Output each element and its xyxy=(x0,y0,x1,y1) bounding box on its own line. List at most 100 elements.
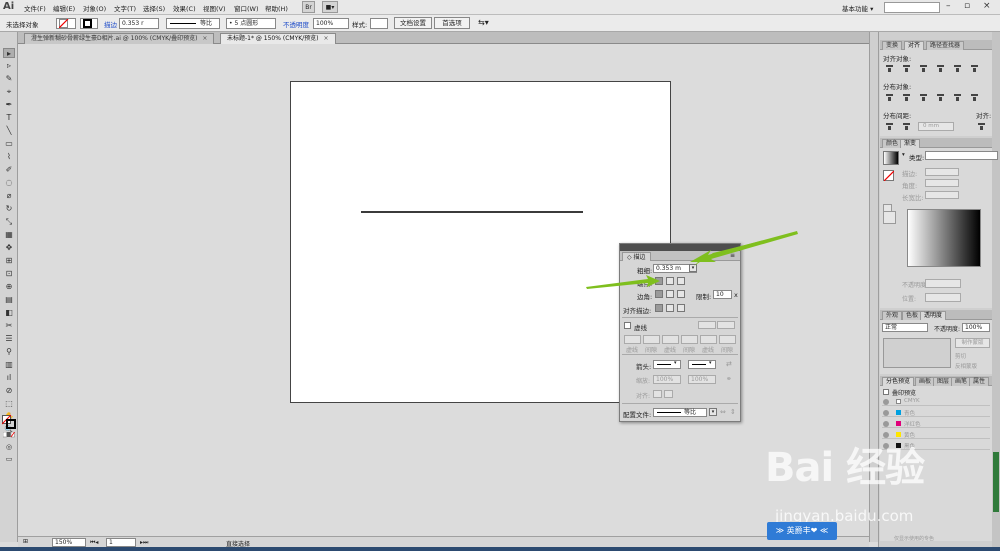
horizontal-spacing-icon[interactable] xyxy=(903,122,910,130)
gradient-ramp[interactable] xyxy=(907,209,981,267)
artboard-tool-icon[interactable]: ⬚ xyxy=(3,399,15,409)
bar-graph-tool-icon[interactable]: ıl xyxy=(3,373,15,383)
weight-dropdown-icon[interactable]: ▾ xyxy=(689,264,697,272)
tab-gradient[interactable]: 渐变 xyxy=(900,139,921,148)
tab-layers[interactable]: 图层 xyxy=(933,377,954,386)
projecting-cap-button[interactable] xyxy=(677,277,685,285)
make-mask-button[interactable]: 制作蒙版 xyxy=(955,338,990,348)
overprint-checkbox[interactable] xyxy=(883,389,889,395)
eye-icon[interactable] xyxy=(883,421,889,427)
chevron-down-icon[interactable]: ▾ xyxy=(902,152,905,158)
arrow-extend-button[interactable] xyxy=(653,390,662,398)
symbol-sprayer-tool-icon[interactable]: ☰ xyxy=(3,334,15,344)
tab-document-2[interactable]: 未标题-1* @ 150% (CMYK/预览) × xyxy=(220,33,336,44)
align-vcenter-icon[interactable] xyxy=(954,64,961,72)
dash-3-field[interactable] xyxy=(700,335,717,344)
round-join-button[interactable] xyxy=(666,290,674,298)
column-graph-tool-icon[interactable]: ▥ xyxy=(3,360,15,370)
align-right-icon[interactable] xyxy=(920,64,927,72)
blend-tool-icon[interactable]: ⚲ xyxy=(3,347,15,357)
panel-header[interactable] xyxy=(620,244,740,251)
slice-tool-icon[interactable]: ⊘ xyxy=(3,386,15,396)
menu-object[interactable]: 对象(O) xyxy=(83,3,106,13)
align-outside-button[interactable] xyxy=(677,304,685,312)
menu-effect[interactable]: 效果(C) xyxy=(173,3,196,13)
flip-across-icon[interactable]: ⇕ xyxy=(730,408,736,416)
paintbrush-tool-icon[interactable]: ⌇ xyxy=(3,152,15,162)
opacity-field[interactable]: 100% xyxy=(962,323,990,332)
align-bottom-icon[interactable] xyxy=(971,64,978,72)
width-tool-icon[interactable]: ▦ xyxy=(3,230,15,240)
blob-brush-tool-icon[interactable]: ◌ xyxy=(3,178,15,188)
preserve-dash-button[interactable] xyxy=(698,321,716,329)
gradient-ratio-field[interactable] xyxy=(925,191,959,199)
invert-mask-checkbox[interactable]: 反相蒙版 xyxy=(955,362,977,370)
swap-arrowheads-icon[interactable]: ⇄ xyxy=(726,360,732,368)
menu-file[interactable]: 文件(F) xyxy=(24,3,46,13)
rectangle-tool-icon[interactable]: ▭ xyxy=(3,139,15,149)
screen-mode-icon[interactable]: ▭ xyxy=(3,454,15,464)
end-scale-field[interactable]: 100% xyxy=(688,375,716,384)
gradient-position-field[interactable] xyxy=(925,293,961,302)
align-dash-button[interactable] xyxy=(717,321,735,329)
zoom-field[interactable]: 150% xyxy=(52,538,86,547)
stroke-swatch[interactable] xyxy=(80,18,98,29)
tab-pathfinder[interactable]: 路径查找器 xyxy=(926,41,965,50)
tab-artboards[interactable]: 画板 xyxy=(915,377,936,386)
menu-view[interactable]: 视图(V) xyxy=(203,3,226,13)
panel-menu-icon[interactable]: ≡ xyxy=(730,252,735,259)
line-tool-icon[interactable]: ╲ xyxy=(3,126,15,136)
butt-cap-button[interactable] xyxy=(655,277,663,285)
scale-tool-icon[interactable]: ⤡ xyxy=(3,217,15,227)
separation-row[interactable]: 洋红色 xyxy=(882,420,990,428)
align-hcenter-icon[interactable] xyxy=(903,64,910,72)
workspace-switcher[interactable]: 基本功能 ▾ xyxy=(842,3,873,13)
tab-transform[interactable]: 变换 xyxy=(882,41,903,50)
drawn-line[interactable] xyxy=(361,211,583,213)
menu-type[interactable]: 文字(T) xyxy=(114,3,136,13)
bridge-button[interactable]: Br xyxy=(302,1,315,13)
chevron-down-icon[interactable]: ▾ xyxy=(709,408,717,416)
menu-edit[interactable]: 编辑(E) xyxy=(53,3,75,13)
tab-close-icon[interactable]: × xyxy=(202,35,207,42)
distribute-left-icon[interactable] xyxy=(937,93,944,101)
pen-tool-icon[interactable]: ✒ xyxy=(3,100,15,110)
start-arrowhead-select[interactable]: ▾ xyxy=(653,360,681,369)
variable-width-profile[interactable]: 等比 xyxy=(166,18,220,29)
gradient-swatch-icon[interactable] xyxy=(883,211,896,224)
shape-builder-tool-icon[interactable]: ⊞ xyxy=(3,256,15,266)
selection-tool-icon[interactable]: ▸ xyxy=(3,48,15,58)
separation-row[interactable]: 青色 xyxy=(882,409,990,417)
drawing-mode-icon[interactable]: ◎ xyxy=(3,442,15,452)
flip-along-icon[interactable]: ⇔ xyxy=(720,408,726,416)
opacity-label[interactable]: 不透明度 xyxy=(283,19,309,29)
align-to-icon[interactable] xyxy=(978,122,985,130)
free-transform-tool-icon[interactable]: ✥ xyxy=(3,243,15,253)
artboard-number-field[interactable]: 1 xyxy=(106,538,136,547)
align-center-button[interactable] xyxy=(655,304,663,312)
gradient-opacity-field[interactable] xyxy=(925,279,961,288)
distribute-vcenter-icon[interactable] xyxy=(903,93,910,101)
stroke-weight-field[interactable]: 0.353 r xyxy=(119,18,159,29)
tab-stroke[interactable]: ◇ 描边 xyxy=(622,252,651,261)
separation-row[interactable]: CMYK xyxy=(882,398,990,406)
distribute-hcenter-icon[interactable] xyxy=(954,93,961,101)
tab-close-icon[interactable]: × xyxy=(324,35,329,42)
tab-color[interactable]: 颜色 xyxy=(882,139,903,148)
miter-join-button[interactable] xyxy=(655,290,663,298)
fill-stroke-widget[interactable] xyxy=(1,414,16,429)
arrow-place-button[interactable] xyxy=(664,390,673,398)
gap-3-field[interactable] xyxy=(719,335,736,344)
distribute-right-icon[interactable] xyxy=(971,93,978,101)
align-top-icon[interactable] xyxy=(937,64,944,72)
menu-help[interactable]: 帮助(H) xyxy=(265,3,288,13)
history-icon[interactable]: ⊞ xyxy=(23,538,28,545)
search-input[interactable] xyxy=(884,2,940,13)
pencil-tool-icon[interactable]: ✐ xyxy=(3,165,15,175)
dash-1-field[interactable] xyxy=(624,335,641,344)
color-mode-icons[interactable] xyxy=(2,431,15,438)
document-setup-button[interactable]: 文档设置 xyxy=(394,17,432,29)
brush-definition[interactable]: • 5 点圆形 xyxy=(226,18,276,29)
gradient-angle-field[interactable] xyxy=(925,179,959,187)
minimize-icon[interactable]: – xyxy=(946,1,951,11)
